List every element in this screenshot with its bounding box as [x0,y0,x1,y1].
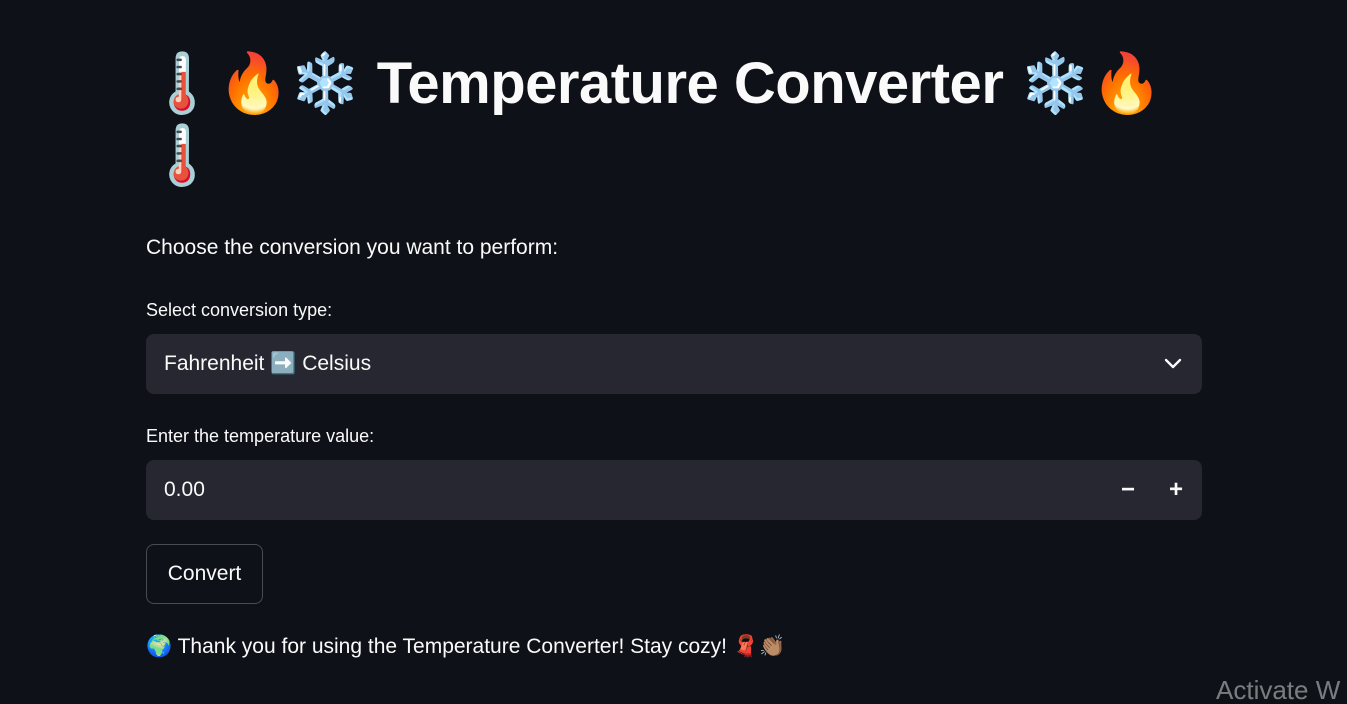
temperature-label: Enter the temperature value: [146,426,375,446]
temperature-number-input: − + [146,460,1202,520]
thank-you-message: 🌍 Thank you for using the Temperature Co… [146,635,786,658]
page-title: 🌡️🔥❄️ Temperature Converter ❄️🔥🌡️ [146,51,1163,188]
conversion-type-select[interactable]: Fahrenheit ➡️ Celsius [146,334,1202,394]
select-label: Select conversion type: [146,300,333,320]
increment-button[interactable]: + [1152,460,1200,520]
select-value: Fahrenheit ➡️ Celsius [164,352,372,375]
app-root: 🌡️🔥❄️ Temperature Converter ❄️🔥🌡️ Choose… [0,0,1347,704]
decrement-button[interactable]: − [1104,460,1152,520]
temperature-input[interactable] [146,460,1104,520]
chevron-down-icon [1162,353,1184,375]
convert-button[interactable]: Convert [146,544,263,604]
activate-windows-watermark: Activate W [1216,675,1341,704]
conversion-prompt: Choose the conversion you want to perfor… [146,236,559,259]
